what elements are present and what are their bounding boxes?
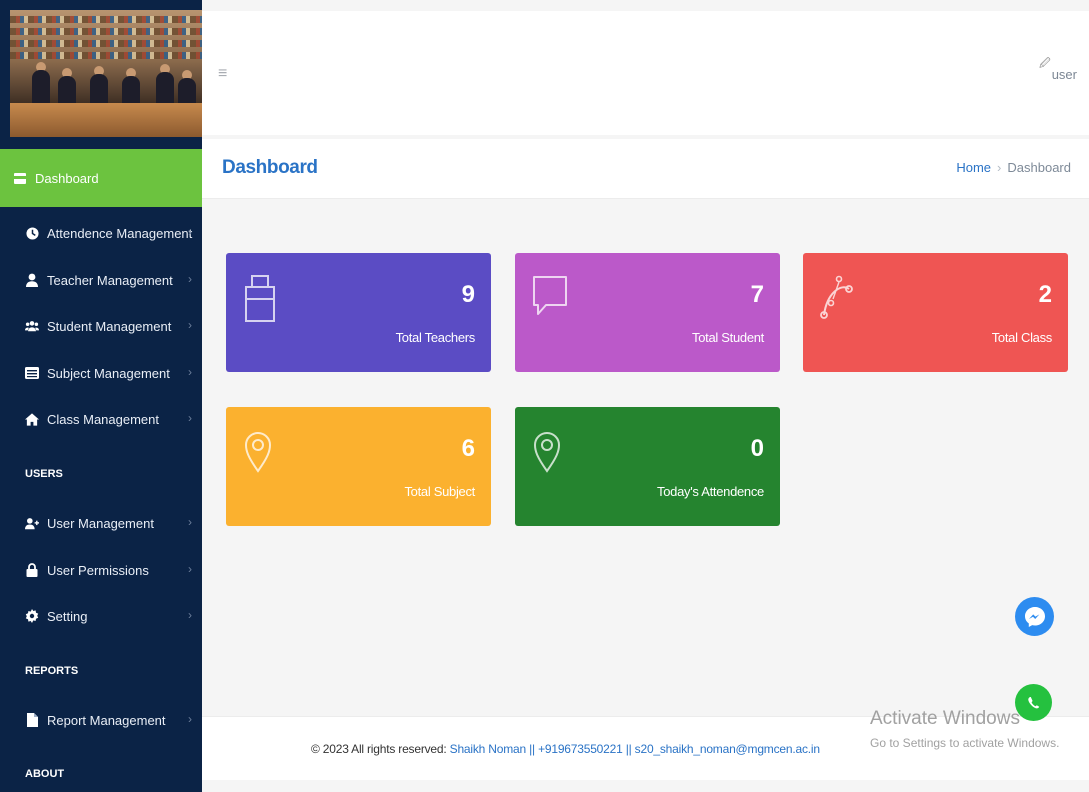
card-value: 2: [1038, 281, 1052, 308]
sidebar-item-label: User Management: [47, 515, 154, 531]
sidebar-item-label: Subject Management: [47, 365, 170, 381]
user-avatar-alt: user: [1051, 67, 1077, 82]
dashboard-icon: [14, 172, 26, 184]
map-pin-icon: [244, 432, 272, 473]
sidebar-item-dashboard[interactable]: Dashboard: [0, 149, 202, 207]
sidebar-item-user-management[interactable]: User Management ›: [0, 508, 202, 538]
page-title: Dashboard: [222, 157, 318, 178]
user-plus-icon: [25, 516, 39, 530]
messenger-button[interactable]: [1015, 597, 1054, 636]
users-icon: [25, 319, 39, 333]
sidebar-item-subject[interactable]: Subject Management ›: [0, 358, 202, 388]
chat-icon: [533, 276, 567, 315]
card-value: 7: [750, 281, 764, 308]
sidebar-item-label: Attendence Management: [47, 225, 193, 241]
bag-icon: [245, 275, 275, 322]
sidebar-item-teacher[interactable]: Teacher Management ›: [0, 265, 202, 295]
chevron-right-icon: ›: [188, 272, 192, 286]
clock-icon: [25, 226, 39, 240]
card-label: Total Teachers: [395, 330, 476, 345]
sidebar-item-student[interactable]: Student Management ›: [0, 311, 202, 341]
bezier-icon: [820, 275, 853, 319]
chevron-right-icon: ›: [188, 562, 192, 576]
author-contact-link[interactable]: Shaikh Noman || +919673550221 || s20_sha…: [450, 742, 820, 756]
hamburger-icon[interactable]: ≡: [218, 65, 227, 83]
user-icon: [25, 273, 39, 287]
chevron-right-icon: ›: [188, 712, 192, 726]
chevron-right-icon: ›: [188, 411, 192, 425]
card-label: Total Class: [991, 330, 1053, 345]
breadcrumb: Home › Dashboard: [956, 160, 1071, 175]
windows-activation-watermark: Activate Windows Go to Settings to activ…: [870, 708, 1059, 750]
sidebar-item-label: Report Management: [47, 712, 166, 728]
sidebar-item-attendence[interactable]: Attendence Management ›: [0, 218, 202, 248]
broken-image-icon: 🖉: [1038, 58, 1051, 70]
card-total-class[interactable]: 2 Total Class: [803, 253, 1068, 372]
sidebar-item-class[interactable]: Class Management ›: [0, 404, 202, 434]
school-logo-image: [10, 10, 202, 137]
copyright-text: © 2023 All rights reserved:: [311, 742, 447, 756]
list-icon: [25, 366, 39, 380]
chevron-right-icon: ›: [188, 515, 192, 529]
chevron-right-icon: ›: [188, 225, 192, 239]
card-label: Total Student: [692, 330, 764, 345]
footer-copyright: © 2023 All rights reserved: Shaikh Noman…: [311, 742, 820, 756]
card-total-subject[interactable]: 6 Total Subject: [226, 407, 491, 526]
user-avatar[interactable]: 🖉 user: [1039, 55, 1077, 82]
map-pin-icon: [533, 432, 561, 473]
watermark-subtitle: Go to Settings to activate Windows.: [870, 736, 1060, 750]
card-value: 9: [461, 281, 475, 308]
top-header: ≡ 🖉 user: [202, 11, 1089, 135]
card-value: 0: [750, 435, 764, 462]
gear-icon: [25, 609, 39, 623]
card-todays-attendence[interactable]: 0 Today's Attendence: [515, 407, 780, 526]
section-label-about: ABOUT: [25, 768, 65, 780]
card-total-student[interactable]: 7 Total Student: [515, 253, 780, 372]
lock-icon: [25, 563, 39, 577]
section-label-reports: REPORTS: [25, 665, 79, 677]
sidebar-item-label: Student Management: [47, 318, 172, 334]
watermark-title: Activate Windows: [870, 708, 1020, 729]
messenger-icon: [1024, 606, 1045, 627]
breadcrumb-current: Dashboard: [1007, 160, 1071, 175]
card-value: 6: [461, 435, 475, 462]
card-label: Today's Attendence: [657, 484, 764, 499]
sidebar-item-label: Class Management: [47, 411, 159, 427]
sidebar-item-label: Dashboard: [35, 170, 99, 186]
chevron-right-icon: ›: [188, 608, 192, 622]
chevron-right-icon: ›: [188, 318, 192, 332]
sidebar-item-label: Setting: [47, 608, 88, 624]
chevron-right-icon: ›: [188, 365, 192, 379]
sidebar-item-setting[interactable]: Setting ›: [0, 601, 202, 631]
sidebar-item-user-permissions[interactable]: User Permissions ›: [0, 555, 202, 585]
chevron-right-icon: ›: [997, 160, 1002, 175]
breadcrumb-home-link[interactable]: Home: [956, 160, 991, 175]
home-icon: [25, 412, 39, 426]
card-label: Total Subject: [404, 484, 475, 499]
sidebar-item-report-management[interactable]: Report Management ›: [0, 705, 202, 735]
sidebar: Dashboard Attendence Management › Teache…: [0, 0, 202, 792]
section-label-users: USERS: [25, 468, 63, 480]
sidebar-item-label: User Permissions: [47, 562, 149, 578]
sidebar-item-label: Teacher Management: [47, 272, 173, 288]
file-icon: [25, 713, 39, 727]
page-header: Dashboard Home › Dashboard: [202, 139, 1089, 199]
card-total-teachers[interactable]: 9 Total Teachers: [226, 253, 491, 372]
